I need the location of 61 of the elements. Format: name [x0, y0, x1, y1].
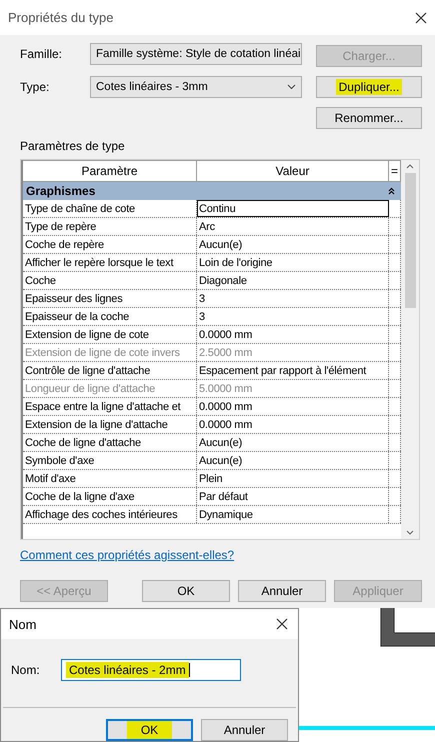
window-title: Propriétés du type: [8, 10, 114, 25]
table-cell[interactable]: 0.0000 mm: [197, 326, 389, 343]
section-label: Paramètres de type: [20, 139, 126, 153]
collapse-icon[interactable]: [388, 187, 395, 195]
table-cell[interactable]: 0.0000 mm: [197, 398, 389, 415]
table-cell: Extension de la ligne d'attache: [23, 416, 197, 433]
help-link[interactable]: Comment ces propriétés agissent-elles?: [20, 548, 234, 562]
chevron-down-icon: [287, 84, 296, 90]
dialog-button[interactable]: OK: [106, 719, 193, 741]
table-cell[interactable]: Aucun(e): [197, 434, 389, 451]
table-cell: Afficher le repère lorsque le text: [23, 254, 197, 271]
field-label: Type:: [20, 80, 50, 94]
scrollbar-thumb[interactable]: [404, 173, 416, 308]
dialog-button[interactable]: Annuler: [201, 719, 288, 741]
table-cell[interactable]: Loin de l'origine: [197, 254, 389, 271]
field-label: Famille:: [20, 47, 64, 61]
table-cell: Contrôle de ligne d'attache: [23, 362, 197, 379]
table-cell[interactable]: Aucun(e): [197, 236, 389, 253]
window-title: Nom: [9, 616, 36, 632]
table-cell: Motif d'axe: [23, 470, 197, 487]
table-cell: Extension de ligne de cote invers: [23, 344, 197, 361]
table-cell[interactable]: Espacement par rapport à l'élément: [197, 362, 389, 379]
close-icon[interactable]: [415, 12, 427, 24]
chevron-down-icon[interactable]: [406, 530, 414, 535]
table-cell: Affichage des coches intérieures: [23, 506, 197, 523]
dialog-button[interactable]: Dupliquer...: [316, 76, 422, 98]
table-cell: Type de repère: [23, 218, 197, 235]
table-cell: Epaisseur des lignes: [23, 290, 197, 307]
table-cell[interactable]: 3: [197, 290, 389, 307]
table-cell[interactable]: Plein: [197, 470, 389, 487]
table-cell[interactable]: Dynamique: [197, 506, 389, 523]
table-cell: Espace entre la ligne d'attache et: [23, 398, 197, 415]
table-cell: Coche de repère: [23, 236, 197, 253]
table-cell: Epaisseur de la coche: [23, 308, 197, 325]
table-cell[interactable]: Continu: [197, 200, 389, 217]
table-cell[interactable]: Aucun(e): [197, 452, 389, 469]
family-dropdown[interactable]: Famille système: Style de cotation linéai: [90, 43, 302, 65]
table-cell[interactable]: 0.0000 mm: [197, 416, 389, 433]
dialog-button[interactable]: Annuler: [238, 580, 326, 602]
table-cell[interactable]: 3: [197, 308, 389, 325]
table-cell: Coche de la ligne d'axe: [23, 488, 197, 505]
column-header[interactable]: Valeur: [197, 161, 389, 181]
column-header[interactable]: Paramètre: [23, 161, 197, 181]
dialog-button[interactable]: OK: [142, 580, 230, 602]
scrollbar[interactable]: [401, 160, 419, 539]
close-icon[interactable]: [276, 618, 288, 630]
table-cell: Symbole d'axe: [23, 452, 197, 469]
table-cell: Type de chaîne de cote: [23, 200, 197, 217]
table-cell[interactable]: Diagonale: [197, 272, 389, 289]
name-input-field[interactable]: Cotes linéaires - 2mm: [61, 659, 241, 681]
table-cell: Coche de ligne d'attache: [23, 434, 197, 451]
group-header[interactable]: Graphismes: [23, 182, 401, 200]
field-label: Nom:: [11, 663, 41, 677]
table-cell: Extension de ligne de cote: [23, 326, 197, 343]
table-cell[interactable]: Arc: [197, 218, 389, 235]
type-dropdown[interactable]: Cotes linéaires - 3mm: [90, 76, 302, 98]
table-cell: Longueur de ligne d'attache: [23, 380, 197, 397]
table-cell[interactable]: Par défaut: [197, 488, 389, 505]
chevron-up-icon[interactable]: [406, 164, 414, 169]
dialog-button[interactable]: Renommer...: [316, 107, 422, 129]
table-cell: Coche: [23, 272, 197, 289]
